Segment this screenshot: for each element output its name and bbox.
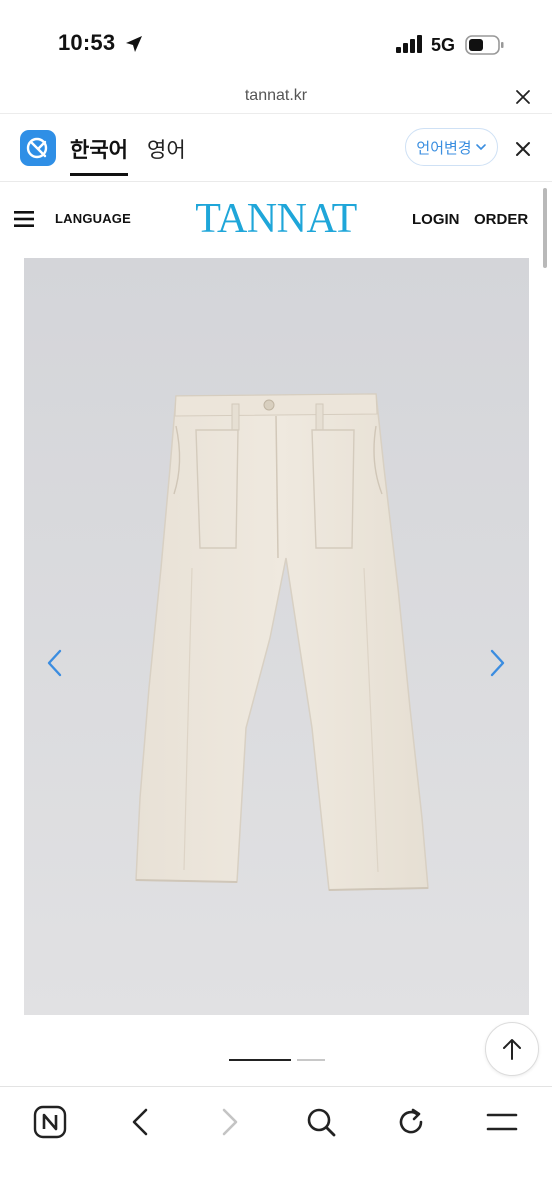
status-time: 10:53 [58,30,116,55]
next-slide-icon[interactable] [486,648,508,678]
browser-toolbar [0,1086,552,1200]
slide-pagination [229,1059,325,1062]
change-language-label: 언어변경 [416,139,472,157]
arrow-up-icon [503,1039,521,1060]
close-translate-icon[interactable] [513,139,533,159]
pagination-dot-active[interactable] [229,1059,291,1061]
menu-icon[interactable] [484,1104,520,1140]
url-text[interactable]: tannat.kr [0,87,552,105]
pagination-dot[interactable] [297,1059,325,1061]
scroll-to-top-button[interactable] [485,1022,539,1076]
order-link[interactable]: ORDER [474,211,528,228]
signal-icon [396,35,422,53]
location-arrow-icon [126,36,142,52]
battery-icon [465,35,504,55]
translate-bar: 한국어 영어 언어변경 [0,114,552,182]
product-photo [24,258,529,1015]
site-header: LANGUAGE TANNAT LOGIN ORDER [0,182,552,268]
brand-logo[interactable]: TANNAT [188,195,364,243]
product-image[interactable] [24,258,529,1015]
login-link[interactable]: LOGIN [412,211,460,228]
search-icon[interactable] [303,1104,339,1140]
naver-home-icon[interactable] [32,1104,68,1140]
status-bar: 10:53 5G [0,0,552,80]
reload-icon[interactable] [393,1104,429,1140]
url-bar[interactable]: tannat.kr [0,80,552,114]
forward-icon [212,1104,248,1140]
change-language-button[interactable]: 언어변경 [405,128,498,166]
page-scrollbar[interactable] [543,188,547,268]
previous-slide-icon[interactable] [44,648,66,678]
translate-logo-icon [20,130,56,166]
chevron-down-icon [475,144,486,151]
tab-target-language[interactable]: 영어 [147,134,186,164]
hamburger-menu-icon[interactable] [14,210,34,228]
network-label: 5G [431,35,456,55]
tab-source-language[interactable]: 한국어 [70,134,128,176]
back-icon[interactable] [122,1104,158,1140]
language-link[interactable]: LANGUAGE [55,211,131,226]
close-icon[interactable] [512,86,534,108]
